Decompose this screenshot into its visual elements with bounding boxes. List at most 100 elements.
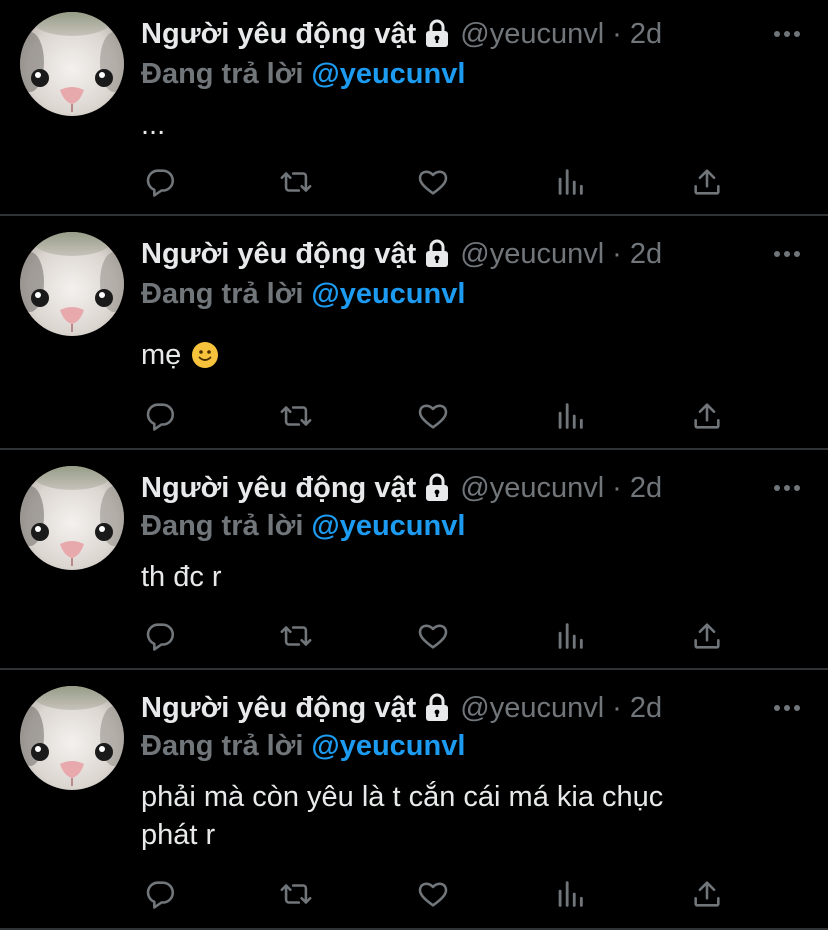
action-bar [140,396,740,436]
tweet-text: phải mà còn yêu là t cắn cái má kia chục… [141,778,801,854]
retweet-button[interactable] [276,162,316,202]
replying-to-handle[interactable]: @yeucunvl [311,278,465,311]
like-heart-icon [416,165,450,199]
analytics-icon [553,877,587,911]
retweet-button[interactable] [276,396,316,436]
action-bar [140,616,740,656]
like-button[interactable] [413,162,453,202]
tweet-text-content: ... [141,109,166,141]
tweet[interactable]: Người yêu động vật @yeucunvl · 2d Đang t… [0,672,828,930]
handle[interactable]: @yeucunvl [460,692,604,725]
tweet-header: Người yêu động vật @yeucunvl · 2d [141,234,662,274]
retweet-button[interactable] [276,616,316,656]
handle[interactable]: @yeucunvl [460,238,604,271]
replying-to: Đang trả lời @yeucunvl [141,274,465,314]
share-button[interactable] [687,616,727,656]
reply-button[interactable] [140,162,180,202]
more-options-icon[interactable] [772,476,802,500]
avatar[interactable] [20,12,124,116]
reply-button[interactable] [140,396,180,436]
tweet-header: Người yêu động vật @yeucunvl · 2d [141,688,662,728]
analytics-button[interactable] [550,616,590,656]
more-options-icon[interactable] [772,696,802,720]
replying-to-handle[interactable]: @yeucunvl [311,58,465,91]
more-options-icon[interactable] [772,22,802,46]
slightly-smiling-face-icon [191,341,219,369]
lock-icon [424,239,450,269]
replying-to-label: Đang trả lời [141,57,304,90]
share-icon [690,619,724,653]
separator-dot: · [612,471,622,504]
tweet-text-line: phát r [141,819,216,851]
retweet-icon [279,619,313,653]
like-button[interactable] [413,396,453,436]
timestamp[interactable]: 2d [630,238,662,271]
replying-to-label: Đang trả lời [141,729,304,762]
handle[interactable]: @yeucunvl [460,18,604,51]
action-bar [140,874,740,914]
reply-button[interactable] [140,874,180,914]
tweet-header: Người yêu động vật @yeucunvl · 2d [141,468,662,508]
tweet[interactable]: Người yêu động vật @yeucunvl · 2d Đang t… [0,0,828,216]
reply-icon [143,877,177,911]
retweet-icon [279,399,313,433]
replying-to-handle[interactable]: @yeucunvl [311,510,465,543]
like-heart-icon [416,399,450,433]
replying-to: Đang trả lời @yeucunvl [141,506,465,546]
separator-dot: · [612,691,622,724]
tweet-text-line: phải mà còn yêu là t cắn cái má kia chục [141,781,664,813]
more-options-icon[interactable] [772,242,802,266]
cat-avatar-icon [20,232,124,336]
analytics-icon [553,399,587,433]
share-button[interactable] [687,874,727,914]
retweet-icon [279,165,313,199]
display-name[interactable]: Người yêu động vật [141,472,416,505]
action-bar [140,162,740,202]
lock-icon [424,19,450,49]
replying-to: Đang trả lời @yeucunvl [141,54,465,94]
share-button[interactable] [687,162,727,202]
tweet[interactable]: Người yêu động vật @yeucunvl · 2d Đang t… [0,218,828,450]
display-name[interactable]: Người yêu động vật [141,18,416,51]
avatar[interactable] [20,466,124,570]
like-button[interactable] [413,874,453,914]
analytics-button[interactable] [550,396,590,436]
tweet-text: th đc r [141,558,801,596]
share-icon [690,877,724,911]
timestamp[interactable]: 2d [630,18,662,51]
reply-icon [143,399,177,433]
avatar[interactable] [20,686,124,790]
analytics-button[interactable] [550,162,590,202]
cat-avatar-icon [20,12,124,116]
tweet-text-content: th đc r [141,561,222,593]
replying-to-label: Đang trả lời [141,277,304,310]
lock-icon [424,473,450,503]
retweet-icon [279,877,313,911]
tweet[interactable]: Người yêu động vật @yeucunvl · 2d Đang t… [0,452,828,670]
separator-dot: · [612,237,622,270]
display-name[interactable]: Người yêu động vật [141,238,416,271]
display-name[interactable]: Người yêu động vật [141,692,416,725]
replying-to-label: Đang trả lời [141,509,304,542]
avatar[interactable] [20,232,124,336]
lock-icon [424,693,450,723]
share-icon [690,399,724,433]
timestamp[interactable]: 2d [630,472,662,505]
handle[interactable]: @yeucunvl [460,472,604,505]
separator-dot: · [612,17,622,50]
like-button[interactable] [413,616,453,656]
tweet-text-content: mẹ [141,339,182,371]
timestamp[interactable]: 2d [630,692,662,725]
tweet-text: mẹ [141,336,801,374]
retweet-button[interactable] [276,874,316,914]
like-heart-icon [416,619,450,653]
analytics-button[interactable] [550,874,590,914]
reply-button[interactable] [140,616,180,656]
like-heart-icon [416,877,450,911]
analytics-icon [553,165,587,199]
cat-avatar-icon [20,686,124,790]
cat-avatar-icon [20,466,124,570]
share-button[interactable] [687,396,727,436]
reply-icon [143,619,177,653]
replying-to-handle[interactable]: @yeucunvl [311,730,465,763]
